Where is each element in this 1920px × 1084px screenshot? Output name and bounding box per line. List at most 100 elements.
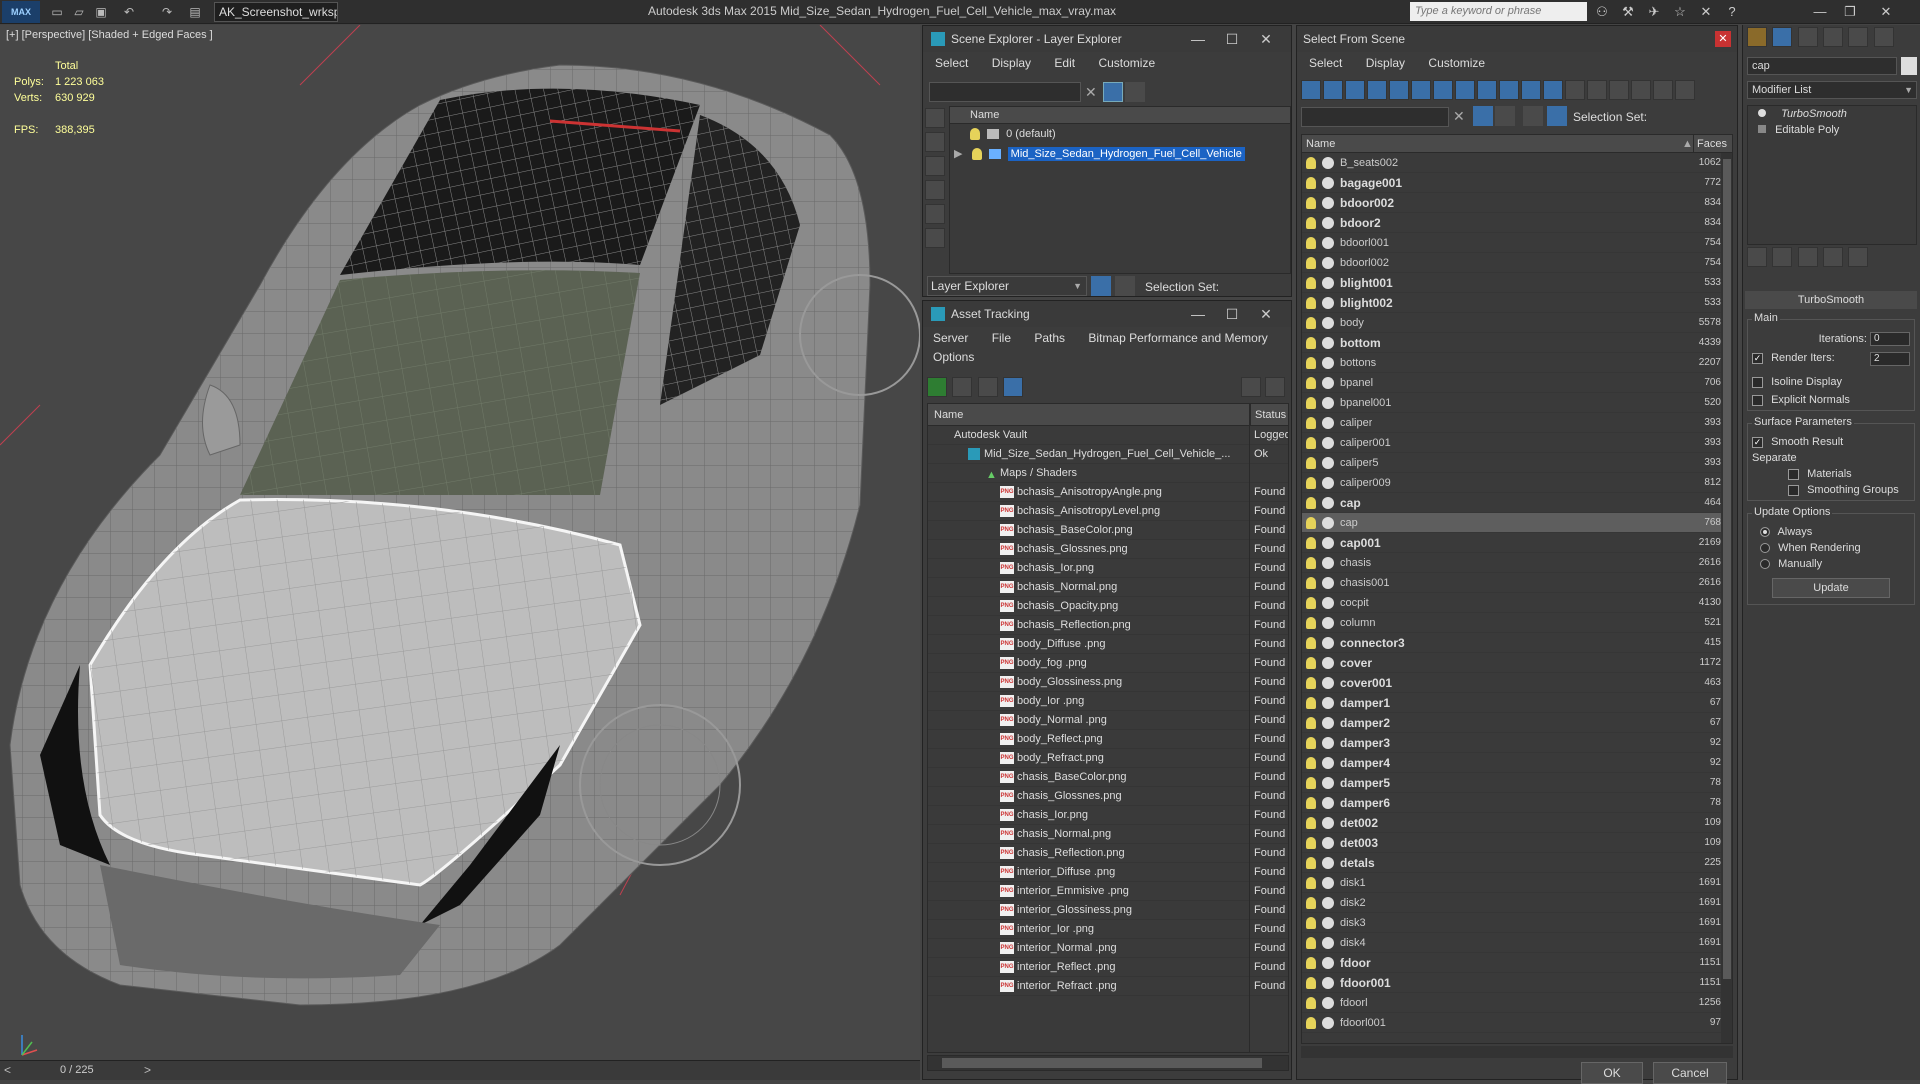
se-display-lights-icon[interactable] xyxy=(925,180,945,200)
object-row[interactable]: cocpit 4130 xyxy=(1302,593,1732,613)
smooth-result-checkbox[interactable]: ✓ xyxy=(1752,436,1763,448)
object-row[interactable]: damper3 92 xyxy=(1302,733,1732,753)
se-menu-select[interactable]: Select xyxy=(935,56,968,70)
time-next-button[interactable]: > xyxy=(144,1063,151,1077)
object-visibility-bulb-icon[interactable] xyxy=(1306,457,1316,469)
sfs-menu-display[interactable]: Display xyxy=(1366,56,1405,70)
asset-row[interactable]: PNG bchasis_Opacity.png Found xyxy=(928,597,1288,616)
time-slider[interactable]: < 0 / 225 > xyxy=(0,1060,920,1080)
make-unique-icon[interactable] xyxy=(1797,247,1818,267)
asset-row[interactable]: PNG interior_Emmisive .png Found xyxy=(928,882,1288,901)
filter-list-icon[interactable] xyxy=(1653,80,1673,100)
sfs-clear-search-icon[interactable]: ✕ xyxy=(1453,108,1465,125)
se-display-objects-icon[interactable] xyxy=(925,108,945,128)
scene-explorer-minimize-icon[interactable]: — xyxy=(1181,26,1215,52)
close-icon[interactable]: ✕ xyxy=(1876,3,1896,21)
object-visibility-bulb-icon[interactable] xyxy=(1306,557,1316,569)
create-tab-icon[interactable] xyxy=(1747,27,1767,47)
at-menu-options[interactable]: Options xyxy=(933,350,974,364)
display-xrefs-icon[interactable] xyxy=(1455,80,1475,100)
sfs-close-icon[interactable]: ✕ xyxy=(1715,31,1731,47)
app-logo[interactable]: MAX xyxy=(2,1,40,23)
new-file-icon[interactable]: ▭ xyxy=(48,3,66,21)
object-visibility-bulb-icon[interactable] xyxy=(1306,497,1316,509)
display-helpers-icon[interactable] xyxy=(1389,80,1409,100)
at-table-icon[interactable] xyxy=(1003,377,1024,397)
toggle-columns-icon[interactable] xyxy=(1675,80,1695,100)
stack-item-editable-poly[interactable]: Editable Poly xyxy=(1748,122,1916,138)
asset-scroll-thumb[interactable] xyxy=(942,1058,1262,1068)
sfs-layer-icon[interactable] xyxy=(1523,106,1543,126)
sort-list-icon[interactable] xyxy=(1631,80,1651,100)
at-menu-paths[interactable]: Paths xyxy=(1034,331,1065,345)
display-frozen-icon[interactable] xyxy=(1521,80,1541,100)
object-row[interactable]: B_seats002 1062 xyxy=(1302,153,1732,173)
stack-item-turbosmooth[interactable]: TurboSmooth xyxy=(1748,106,1916,122)
object-visibility-bulb-icon[interactable] xyxy=(1306,577,1316,589)
object-visibility-bulb-icon[interactable] xyxy=(1306,717,1316,729)
object-row[interactable]: disk1 1691 xyxy=(1302,873,1732,893)
asset-row[interactable]: PNG bchasis_Reflection.png Found xyxy=(928,616,1288,635)
asset-row[interactable]: PNG interior_Ior .png Found xyxy=(928,920,1288,939)
connect-icon[interactable]: ✈ xyxy=(1644,3,1664,21)
asset-tracking-title-bar[interactable]: Asset Tracking — ☐ ✕ xyxy=(923,301,1291,327)
object-row[interactable]: bagage001 772 xyxy=(1302,173,1732,193)
object-visibility-bulb-icon[interactable] xyxy=(1306,737,1316,749)
asset-row-vault[interactable]: Autodesk Vault Logged xyxy=(928,426,1288,445)
sfs-menu-customize[interactable]: Customize xyxy=(1428,56,1485,70)
display-lights-icon[interactable] xyxy=(1345,80,1365,100)
turbosmooth-rollout-header[interactable]: TurboSmooth xyxy=(1745,291,1917,309)
se-display-cameras-icon[interactable] xyxy=(925,204,945,224)
layer-tree-name-header[interactable]: Name xyxy=(950,107,1290,124)
asset-tracking-maximize-icon[interactable]: ☐ xyxy=(1215,301,1249,327)
asset-row[interactable]: PNG chasis_Ior.png Found xyxy=(928,806,1288,825)
se-menu-customize[interactable]: Customize xyxy=(1098,56,1155,70)
sfs-title-bar[interactable]: Select From Scene ✕ xyxy=(1297,26,1737,52)
object-row[interactable]: caliper001 393 xyxy=(1302,433,1732,453)
asset-row[interactable]: PNG body_Glossiness.png Found xyxy=(928,673,1288,692)
asset-horizontal-scrollbar[interactable] xyxy=(927,1055,1289,1071)
object-row[interactable]: connector3 415 xyxy=(1302,633,1732,653)
object-visibility-bulb-icon[interactable] xyxy=(1306,837,1316,849)
object-visibility-bulb-icon[interactable] xyxy=(1306,237,1316,249)
object-visibility-bulb-icon[interactable] xyxy=(1306,197,1316,209)
layer-row-vehicle[interactable]: ▶ Mid_Size_Sedan_Hydrogen_Fuel_Cell_Vehi… xyxy=(950,144,1290,164)
at-settings-icon[interactable] xyxy=(1265,377,1285,397)
object-row[interactable]: bdoorl002 754 xyxy=(1302,253,1732,273)
object-row[interactable]: damper5 78 xyxy=(1302,773,1732,793)
object-row[interactable]: fdoor 1151 xyxy=(1302,953,1732,973)
object-row[interactable]: caliper 393 xyxy=(1302,413,1732,433)
se-layer-mode-icon[interactable] xyxy=(1091,276,1111,296)
asset-row[interactable]: PNG interior_Reflect .png Found xyxy=(928,958,1288,977)
object-row[interactable]: damper4 92 xyxy=(1302,753,1732,773)
object-row[interactable]: damper6 78 xyxy=(1302,793,1732,813)
display-tab-icon[interactable] xyxy=(1848,27,1869,47)
object-visibility-bulb-icon[interactable] xyxy=(1306,957,1316,969)
object-row[interactable]: cap 464 xyxy=(1302,493,1732,513)
viewport-label[interactable]: [+] [Perspective] [Shaded + Edged Faces … xyxy=(6,29,213,41)
time-slider-value[interactable]: 0 / 225 xyxy=(60,1064,94,1076)
scene-explorer-maximize-icon[interactable]: ☐ xyxy=(1215,26,1249,52)
asset-row[interactable]: PNG interior_Refract .png Found xyxy=(928,977,1288,996)
asset-row[interactable]: PNG bchasis_BaseColor.png Found xyxy=(928,521,1288,540)
asset-row[interactable]: PNG bchasis_AnisotropyLevel.png Found xyxy=(928,502,1288,521)
sfs-scroll-thumb[interactable] xyxy=(1723,159,1731,979)
asset-row[interactable]: PNG interior_Glossiness.png Found xyxy=(928,901,1288,920)
manually-radio[interactable] xyxy=(1760,559,1770,570)
time-prev-button[interactable]: < xyxy=(4,1063,11,1077)
object-row[interactable]: bpanel 706 xyxy=(1302,373,1732,393)
display-spacewarps-icon[interactable] xyxy=(1411,80,1431,100)
asset-row[interactable]: PNG bchasis_Ior.png Found xyxy=(928,559,1288,578)
at-list-icon[interactable] xyxy=(952,377,973,397)
object-row[interactable]: disk4 1691 xyxy=(1302,933,1732,953)
se-search-field[interactable] xyxy=(929,82,1081,102)
object-visibility-bulb-icon[interactable] xyxy=(1306,297,1316,309)
render-iters-checkbox[interactable]: ✓ xyxy=(1752,352,1763,364)
object-row[interactable]: bpanel001 520 xyxy=(1302,393,1732,413)
display-none-icon[interactable] xyxy=(1587,80,1607,100)
object-row[interactable]: cap001 2169 xyxy=(1302,533,1732,553)
object-visibility-bulb-icon[interactable] xyxy=(1306,1017,1316,1029)
explicit-normals-checkbox[interactable] xyxy=(1752,394,1763,406)
layer-default-bulb-icon[interactable] xyxy=(970,128,980,141)
isoline-checkbox[interactable] xyxy=(1752,376,1763,388)
